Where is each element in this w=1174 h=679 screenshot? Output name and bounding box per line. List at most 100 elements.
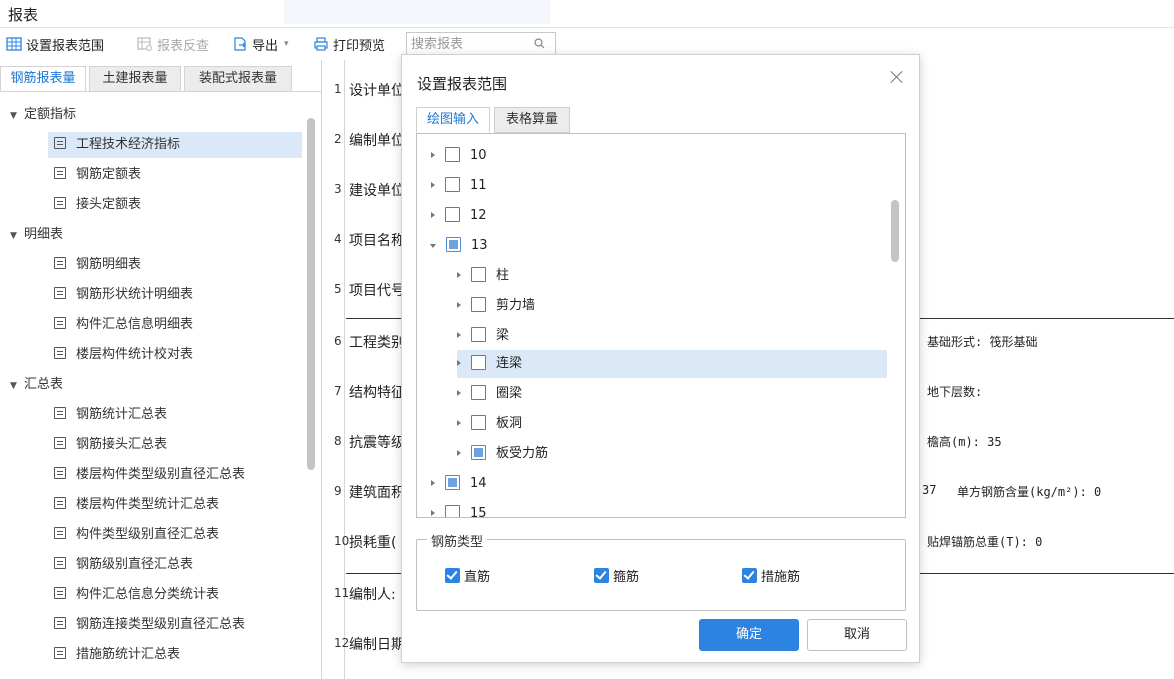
tree-node-floor-11[interactable]: 11 (431, 172, 487, 200)
tree-item-summary-4[interactable]: 构件类型级别直径汇总表 (48, 522, 302, 548)
chevron-right-icon[interactable] (431, 212, 435, 218)
tree-item-tech-econ-index[interactable]: 工程技术经济指标 (48, 132, 302, 158)
checkbox[interactable] (471, 415, 486, 430)
checkbox-checked[interactable] (594, 568, 609, 583)
stirrup-checkbox[interactable]: 箍筋 (594, 566, 639, 585)
set-range-button[interactable]: 设置报表范围 (6, 34, 104, 54)
row-number: 10 (334, 534, 350, 548)
tree-item-summary-0[interactable]: 钢筋统计汇总表 (48, 402, 302, 428)
export-button[interactable]: 导出 ▾ (232, 34, 289, 54)
tree-item-summary-5[interactable]: 钢筋级别直径汇总表 (48, 552, 302, 578)
tab-prefab-report[interactable]: 装配式报表量 (184, 66, 292, 92)
tree-node-floor-12[interactable]: 12 (431, 202, 487, 230)
tree-item-floor-check[interactable]: 楼层构件统计校对表 (48, 342, 302, 368)
chevron-right-icon[interactable] (457, 272, 461, 278)
checkbox[interactable] (445, 147, 460, 162)
tree-item-summary-3[interactable]: 楼层构件类型统计汇总表 (48, 492, 302, 518)
tree-node-slab-rebar[interactable]: 板受力筋 (457, 440, 548, 468)
left-scrollbar[interactable] (307, 118, 315, 470)
node-label: 12 (470, 208, 487, 223)
cancel-button[interactable]: 取消 (807, 619, 907, 651)
tree-node-beam[interactable]: 梁 (457, 322, 509, 350)
checkbox-partial[interactable] (471, 445, 486, 460)
straight-bar-checkbox[interactable]: 直筋 (445, 566, 490, 585)
tree-node-floor-14[interactable]: 14 (431, 470, 487, 498)
tree-item-member-detail[interactable]: 构件汇总信息明细表 (48, 312, 302, 338)
chevron-right-icon[interactable] (457, 360, 461, 366)
tree-node-slab-hole[interactable]: 板洞 (457, 410, 522, 438)
tree-item-shape-detail[interactable]: 钢筋形状统计明细表 (48, 282, 302, 308)
tree-item-summary-2[interactable]: 楼层构件类型级别直径汇总表 (48, 462, 302, 488)
tab-drawing-input[interactable]: 绘图输入 (416, 107, 490, 133)
chevron-down-icon[interactable] (430, 244, 436, 248)
chevron-right-icon[interactable] (457, 390, 461, 396)
checkbox-partial[interactable] (445, 475, 460, 490)
checkbox[interactable] (445, 177, 460, 192)
search-icon[interactable] (534, 38, 545, 49)
row-number: 4 (334, 232, 342, 246)
set-report-range-dialog: 设置报表范围 绘图输入 表格算量 10 11 12 13 柱 剪力墙 梁 连梁 … (401, 54, 920, 663)
chevron-down-icon[interactable]: ▼ (10, 373, 24, 399)
tab-civil-report[interactable]: 土建报表量 (89, 66, 181, 92)
checkbox-checked[interactable] (742, 568, 757, 583)
tree-item-summary-6[interactable]: 构件汇总信息分类统计表 (48, 582, 302, 608)
tree-item-steel-detail[interactable]: 钢筋明细表 (48, 252, 302, 278)
tree-node-shear-wall[interactable]: 剪力墙 (457, 292, 535, 320)
chevron-right-icon[interactable] (457, 450, 461, 456)
chevron-right-icon[interactable] (457, 332, 461, 338)
tree-item-joint-quota[interactable]: 接头定额表 (48, 192, 302, 218)
checkbox[interactable] (471, 297, 486, 312)
checkbox[interactable] (471, 355, 486, 370)
foundation-value: 基础形式: 筏形基础 (927, 335, 1038, 349)
document-icon (54, 137, 66, 149)
tree-item-steel-quota[interactable]: 钢筋定额表 (48, 162, 302, 188)
chevron-down-icon[interactable]: ▼ (10, 223, 24, 249)
chevron-down-icon[interactable]: ▼ (10, 103, 24, 129)
tree-item-summary-7[interactable]: 钢筋连接类型级别直径汇总表 (48, 612, 302, 638)
tree-node-floor-15[interactable]: 15 (431, 500, 487, 517)
chevron-down-icon[interactable]: ▾ (284, 39, 289, 49)
checkbox[interactable] (445, 505, 460, 517)
tree-group-quota[interactable]: ▼ 定额指标 (10, 102, 76, 128)
item-label: 楼层构件类型级别直径汇总表 (76, 467, 246, 482)
chevron-right-icon[interactable] (431, 152, 435, 158)
tree-node-floor-10[interactable]: 10 (431, 142, 487, 170)
tree-item-summary-8[interactable]: 措施筋统计汇总表 (48, 642, 302, 668)
checkbox[interactable] (471, 327, 486, 342)
chevron-right-icon[interactable] (431, 480, 435, 486)
tree-node-column[interactable]: 柱 (457, 262, 509, 290)
checkbox-partial[interactable] (446, 237, 461, 252)
tree-item-summary-1[interactable]: 钢筋接头汇总表 (48, 432, 302, 458)
measure-bar-checkbox[interactable]: 措施筋 (742, 566, 800, 585)
chevron-right-icon[interactable] (431, 510, 435, 516)
ok-button[interactable]: 确定 (699, 619, 799, 651)
tab-table-calc[interactable]: 表格算量 (494, 107, 570, 133)
item-label: 钢筋形状统计明细表 (76, 287, 194, 302)
chevron-right-icon[interactable] (431, 182, 435, 188)
print-preview-button[interactable]: 打印预览 (313, 34, 385, 54)
tree-node-floor-13[interactable]: 13 (430, 232, 488, 260)
search-input[interactable] (407, 33, 527, 55)
close-icon[interactable] (889, 69, 905, 85)
reverse-check-button[interactable]: 报表反查 (137, 34, 209, 54)
tree-node-ring-beam[interactable]: 圈梁 (457, 380, 522, 408)
tree-group-summary[interactable]: ▼ 汇总表 (10, 372, 63, 398)
group-label: 定额指标 (24, 107, 77, 122)
tab-steel-report[interactable]: 钢筋报表量 (0, 66, 86, 92)
tree-group-detail[interactable]: ▼ 明细表 (10, 222, 63, 248)
row-number: 1 (334, 82, 342, 96)
area-value: 37 (922, 483, 937, 497)
chevron-right-icon[interactable] (457, 420, 461, 426)
chevron-right-icon[interactable] (457, 302, 461, 308)
tree-node-coupling-beam[interactable]: 连梁 (457, 350, 887, 378)
checkbox[interactable] (471, 385, 486, 400)
checkbox[interactable] (471, 267, 486, 282)
row-label: 编制人: (349, 587, 396, 603)
window-title: 报表 (8, 6, 39, 24)
dialog-title: 设置报表范围 (417, 75, 508, 93)
print-preview-label: 打印预览 (333, 38, 386, 54)
row-label: 编制日期 (349, 637, 405, 653)
checkbox[interactable] (445, 207, 460, 222)
checkbox-checked[interactable] (445, 568, 460, 583)
tree-scrollbar[interactable] (891, 200, 899, 262)
